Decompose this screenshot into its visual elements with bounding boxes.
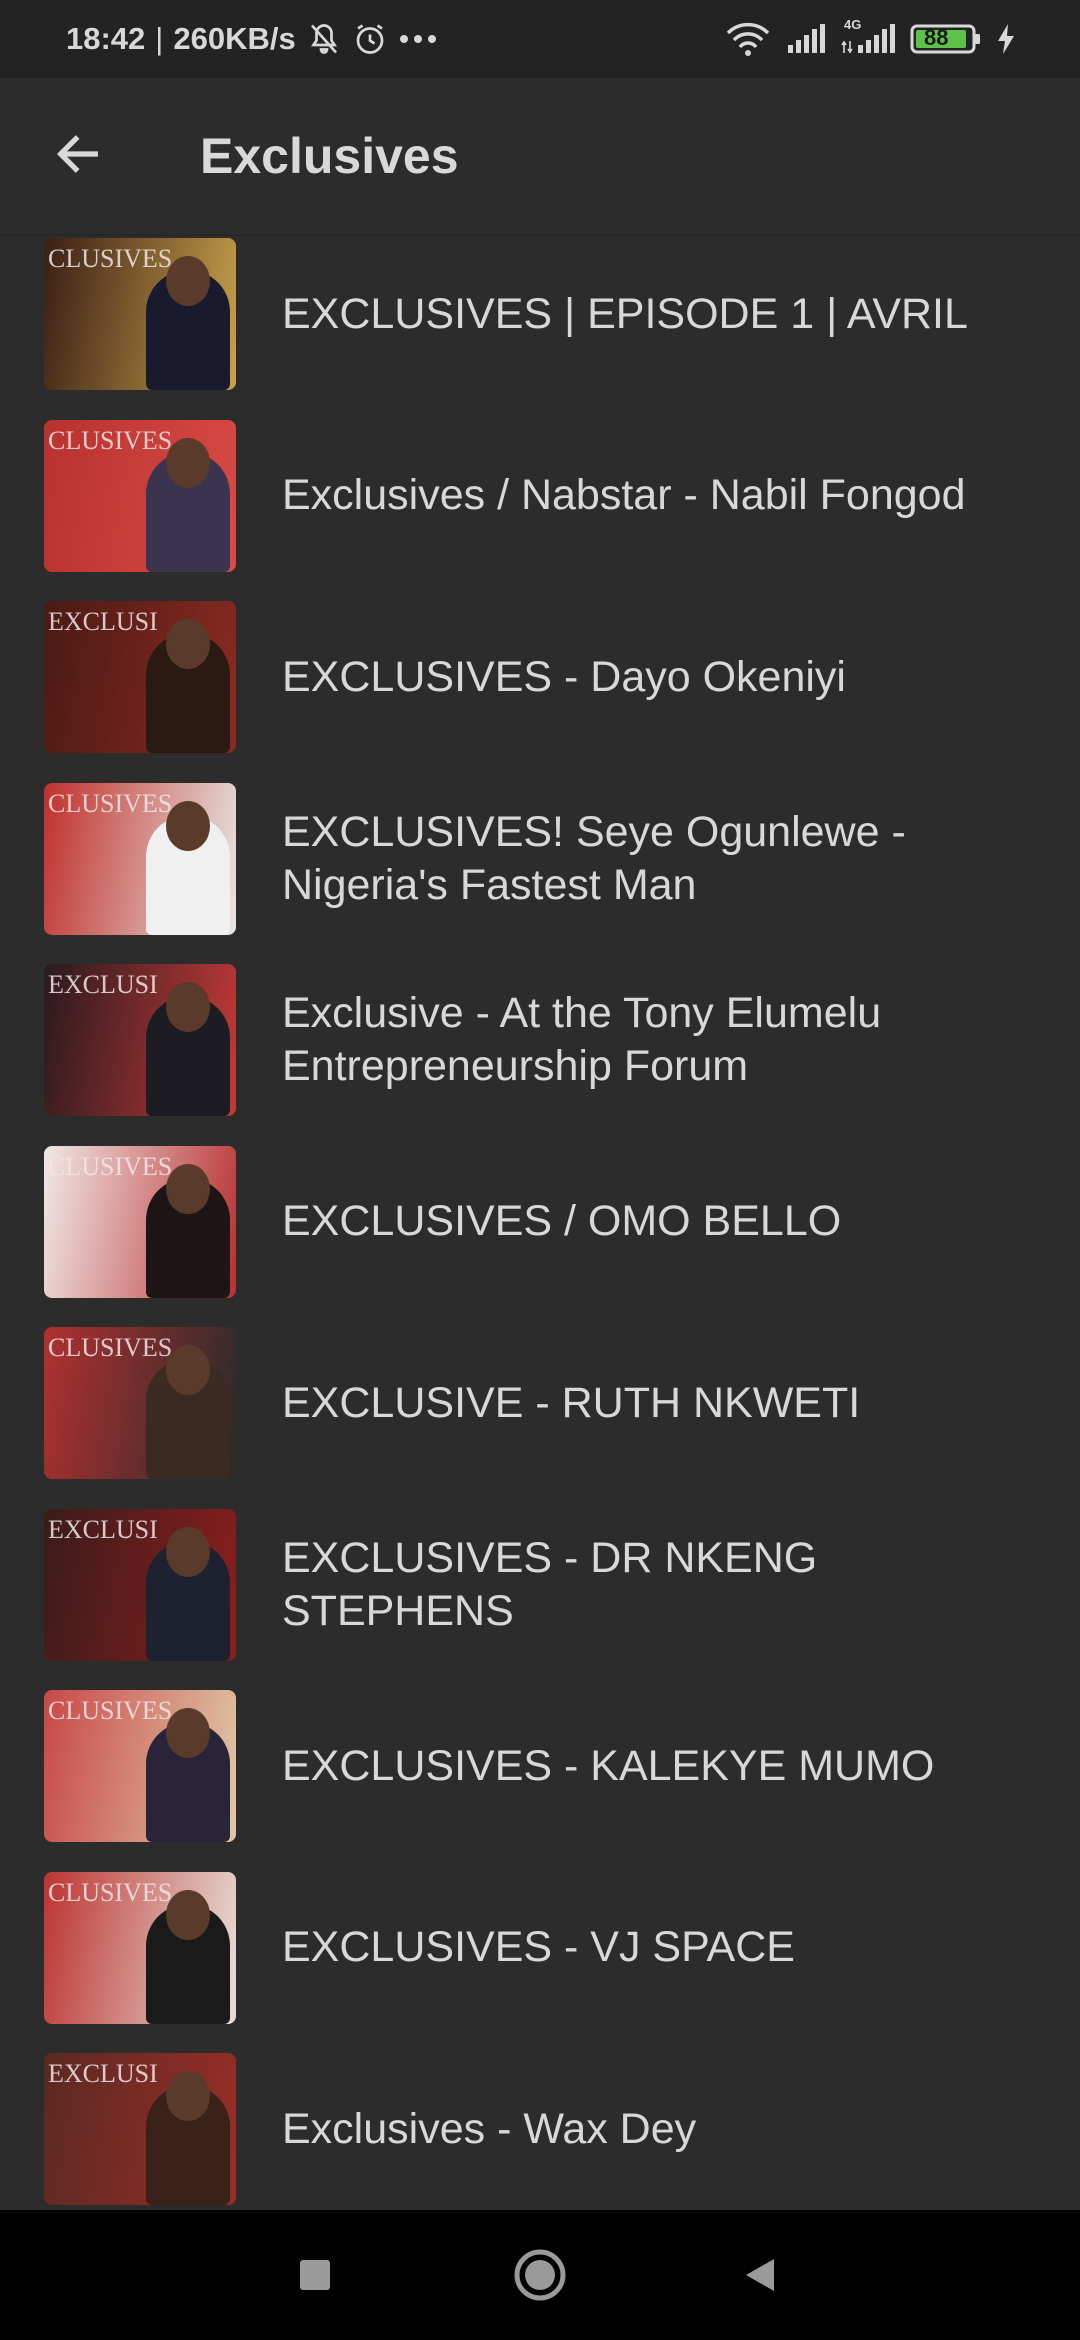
video-thumbnail: CLUSIVES [44,419,236,572]
video-list: CLUSIVES EXCLUSIVES | EPISODE 1 | AVRIL CL… [0,236,1080,2210]
thumbnail-overlay-text: EXCLUSI [48,2059,158,2088]
video-thumbnail: EXCLUSI [44,1508,236,1661]
video-thumbnail: CLUSIVES [44,1871,236,2024]
arrow-left-icon [56,135,98,173]
thumbnail-overlay-text: CLUSIVES [48,425,173,455]
video-thumbnail: CLUSIVES [44,1690,236,1842]
signal-4g-icon: 4G [840,17,896,55]
thumbnail-person-head [166,619,210,669]
thumbnail-person-head [166,2071,210,2121]
network-type-label: 4G [844,17,862,32]
back-button[interactable] [46,122,110,186]
video-title: Exclusives - Wax Dey [282,2104,697,2153]
battery-level: 88 [924,25,949,50]
page-title: Exclusives [200,128,459,184]
thumbnail-overlay-text: CLUSIVES [48,1151,173,1181]
status-separator: | [155,21,164,56]
video-thumbnail: EXCLUSI [44,964,236,1116]
charging-bolt-icon [996,23,1016,55]
video-thumbnail: CLUSIVES [44,238,236,390]
thumbnail-person-head [166,1708,210,1758]
thumbnail-person-head [166,1889,210,1940]
thumbnail-person-head [166,1163,210,1214]
muted-bell-icon [306,21,342,57]
signal-icon [786,23,826,55]
thumbnail-person-head [166,1526,210,1577]
thumbnail-overlay-text: CLUSIVES [48,788,173,818]
recents-button[interactable] [285,2245,345,2305]
thumbnail-overlay-text: EXCLUSI [48,607,158,636]
thumbnail-person-head [166,1345,210,1395]
alarm-icon [352,21,388,57]
status-time: 18:42 [66,21,146,56]
thumbnail-overlay-text: EXCLUSI [48,1514,158,1544]
square-icon [300,2260,330,2290]
video-thumbnail: EXCLUSI [44,601,236,753]
home-button[interactable] [510,2245,570,2305]
more-notifications-icon [398,33,438,45]
back-nav-button[interactable] [730,2245,790,2305]
thumbnail-person-head [166,256,210,306]
circle-icon [514,2249,566,2301]
video-thumbnail: CLUSIVES [44,782,236,935]
video-thumbnail: CLUSIVES [44,1145,236,1298]
wifi-icon [724,21,772,57]
thumbnail-person-head [166,437,210,488]
video-thumbnail: EXCLUSI [44,2053,236,2205]
triangle-back-icon [746,2259,774,2291]
status-speed: 260KB/s [173,21,296,56]
video-thumbnail: CLUSIVES [44,1327,236,1479]
thumbnail-overlay-text: CLUSIVES [48,244,173,273]
thumbnail-overlay-text: CLUSIVES [48,1696,173,1725]
app-bar: Exclusives [0,78,1080,236]
video-list-item[interactable]: EXCLUSI Exclusives - Wax Dey [0,2015,1080,2210]
thumbnail-overlay-text: CLUSIVES [48,1333,173,1362]
battery-icon: 88 [910,23,982,55]
system-nav-bar [0,2210,1080,2340]
thumbnail-person-head [166,800,210,851]
thumbnail-overlay-text: EXCLUSI [48,970,158,999]
thumbnail-person-head [166,982,210,1032]
status-bar: 18:42 | 260KB/s 4G 88 [0,0,1080,78]
thumbnail-overlay-text: CLUSIVES [48,1877,173,1907]
